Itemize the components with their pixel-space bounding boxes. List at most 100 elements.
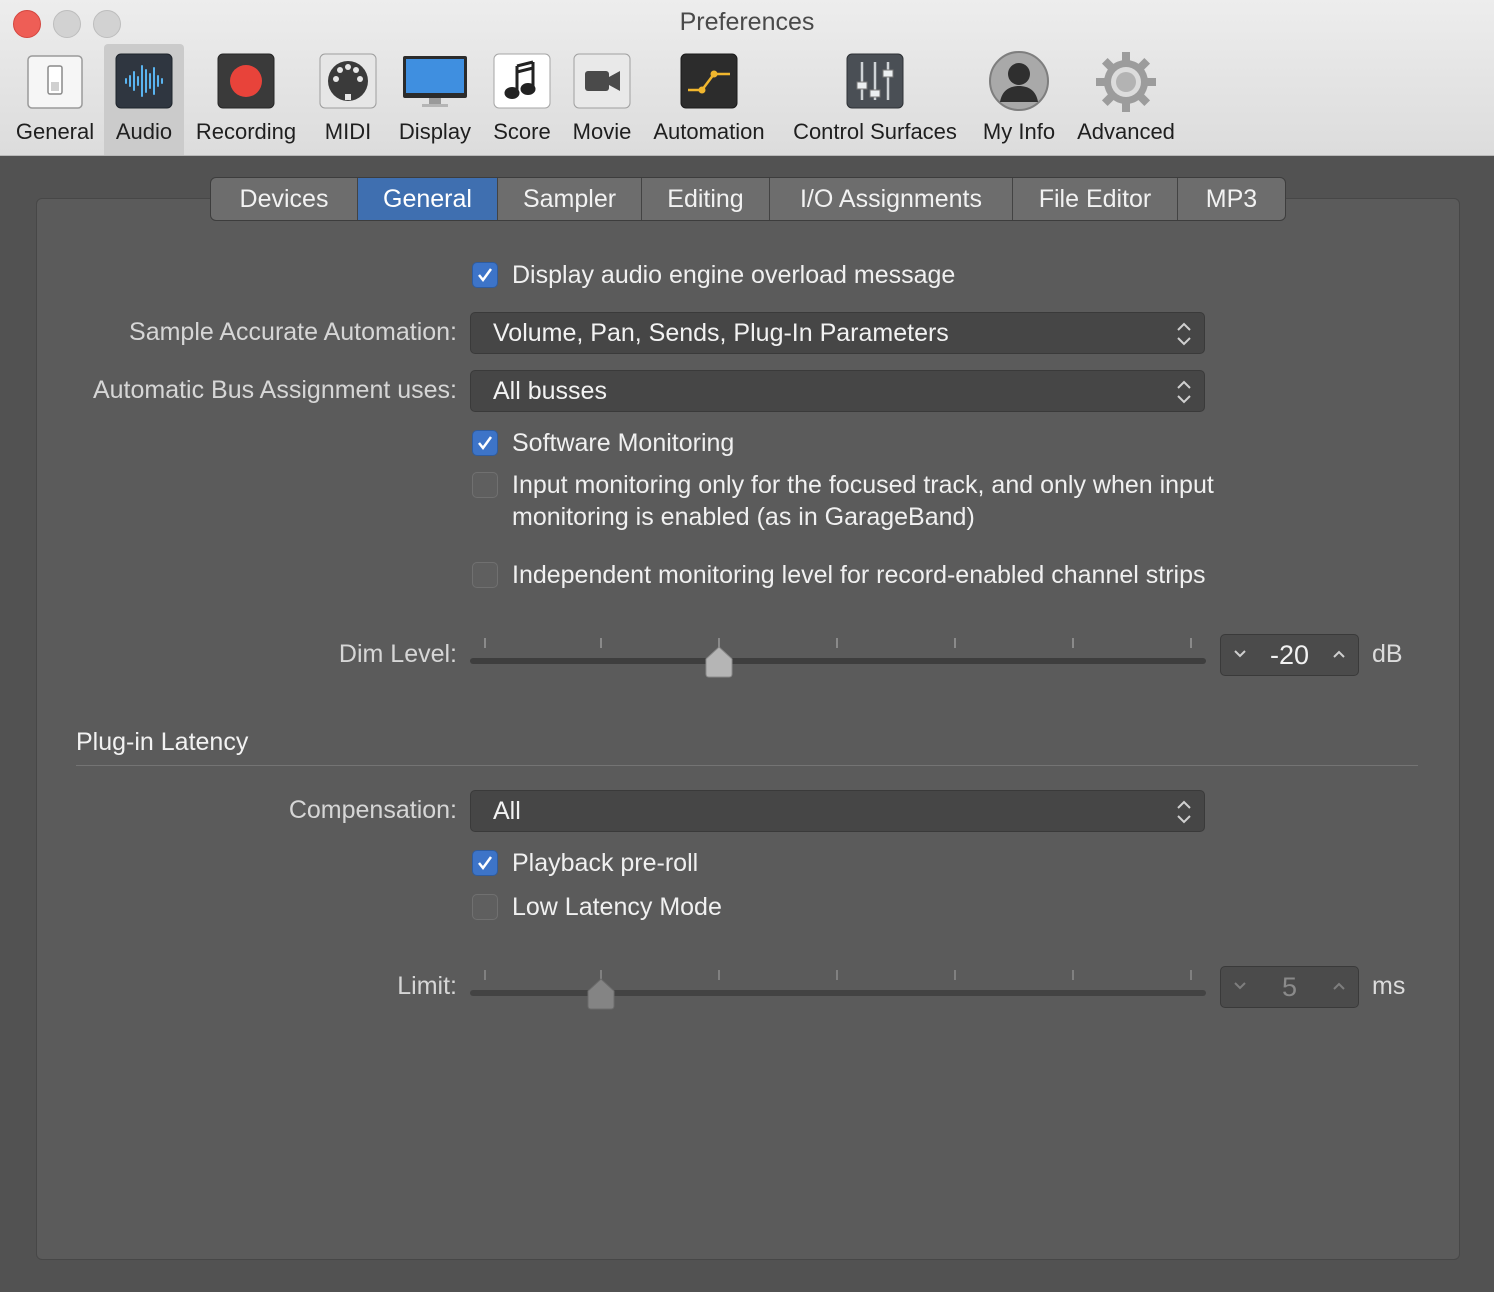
toolbar-item-label: Score <box>493 119 551 144</box>
slider-tick <box>718 970 720 980</box>
toolbar-item-advanced[interactable]: Advanced <box>1070 44 1182 155</box>
toolbar: Preferences General Audio Recording MIDI… <box>0 0 1494 156</box>
popup-value: All <box>493 797 521 825</box>
limit-label: Limit: <box>397 972 457 1000</box>
tab-sampler[interactable]: Sampler <box>498 178 642 220</box>
toolbar-item-display[interactable]: Display <box>392 44 478 155</box>
dim-level-value: -20 <box>1269 640 1310 670</box>
toolbar-item-label: MIDI <box>324 119 372 144</box>
toolbar-item-my-info[interactable]: My Info <box>976 44 1062 155</box>
waveform-icon <box>115 52 173 110</box>
audio-preferences-panel <box>36 198 1460 1260</box>
faders-icon <box>846 52 904 110</box>
overload-message-checkbox[interactable] <box>472 262 498 288</box>
overload-message-label: Display audio engine overload message <box>512 261 956 289</box>
dim-level-label: Dim Level: <box>338 640 457 668</box>
input-monitoring-label-line2: monitoring is enabled (as in GarageBand) <box>512 503 975 531</box>
video-camera-icon <box>573 52 631 110</box>
slider-tick <box>1072 970 1074 980</box>
up-down-arrows-icon <box>1177 380 1191 404</box>
checkmark-icon <box>478 436 493 451</box>
tab-editing[interactable]: Editing <box>642 178 770 220</box>
toolbar-item-label: Audio <box>115 119 173 144</box>
toolbar-item-audio[interactable]: Audio <box>104 44 184 155</box>
tab-mp3[interactable]: MP3 <box>1178 178 1285 220</box>
playback-preroll-checkbox[interactable] <box>472 850 498 876</box>
toolbar-item-label: Control Surfaces <box>793 119 957 144</box>
toolbar-item-recording[interactable]: Recording <box>188 44 304 155</box>
tab-general[interactable]: General <box>358 178 498 220</box>
checkmark-icon <box>478 268 493 283</box>
automation-curve-icon <box>680 52 738 110</box>
slider-tick <box>600 638 602 648</box>
toolbar-item-label: Advanced <box>1077 119 1175 144</box>
gear-icon <box>1094 50 1158 114</box>
toolbar-item-general[interactable]: General <box>6 44 104 155</box>
toolbar-item-label: Movie <box>572 119 632 144</box>
limit-value: 5 <box>1281 972 1298 1002</box>
slider-track <box>470 990 1206 996</box>
sample-accurate-automation-popup[interactable]: Volume, Pan, Sends, Plug-In Parameters <box>470 312 1205 354</box>
low-latency-mode-checkbox[interactable] <box>472 894 498 920</box>
slider-thumb[interactable] <box>705 646 733 678</box>
toolbar-item-control-surfaces[interactable]: Control Surfaces <box>784 44 966 155</box>
limit-unit: ms <box>1372 972 1406 1000</box>
user-silhouette-icon <box>988 50 1050 112</box>
slider-tick <box>1072 638 1074 648</box>
slider-tick <box>1190 638 1192 648</box>
checkmark-icon <box>478 856 493 871</box>
switch-icon <box>26 52 84 110</box>
audio-tab-bar: Devices General Sampler Editing I/O Assi… <box>210 177 1286 221</box>
preferences-window: Preferences General Audio Recording MIDI… <box>0 0 1494 1292</box>
monitor-icon <box>402 52 468 110</box>
slider-thumb[interactable] <box>587 978 615 1010</box>
low-latency-mode-label: Low Latency Mode <box>512 893 722 921</box>
tab-file-editor[interactable]: File Editor <box>1013 178 1178 220</box>
tab-devices[interactable]: Devices <box>211 178 358 220</box>
toolbar-item-midi[interactable]: MIDI <box>314 44 382 155</box>
bus-assignment-label: Automatic Bus Assignment uses: <box>92 376 457 404</box>
toolbar-item-label: Automation <box>653 119 765 144</box>
playback-preroll-label: Playback pre-roll <box>512 849 699 877</box>
software-monitoring-label: Software Monitoring <box>512 429 735 457</box>
section-divider <box>76 765 1418 766</box>
up-down-arrows-icon <box>1177 322 1191 346</box>
limit-slider[interactable] <box>470 970 1206 1010</box>
dim-level-unit: dB <box>1372 640 1403 668</box>
up-down-arrows-icon <box>1177 800 1191 824</box>
toolbar-item-movie[interactable]: Movie <box>566 44 638 155</box>
dim-level-stepper[interactable]: -20 <box>1220 634 1359 676</box>
plugin-latency-heading: Plug-in Latency <box>76 728 249 756</box>
bus-assignment-popup[interactable]: All busses <box>470 370 1205 412</box>
slider-tick <box>1190 970 1192 980</box>
chevron-down-icon[interactable] <box>1233 981 1247 991</box>
compensation-popup[interactable]: All <box>470 790 1205 832</box>
midi-connector-icon <box>319 52 377 110</box>
slider-tick <box>954 970 956 980</box>
slider-tick <box>836 970 838 980</box>
dim-level-slider[interactable] <box>470 638 1206 678</box>
chevron-down-icon[interactable] <box>1233 649 1247 659</box>
toolbar-item-score[interactable]: Score <box>486 44 558 155</box>
chevron-up-icon[interactable] <box>1332 649 1346 659</box>
input-monitoring-label-line1: Input monitoring only for the focused tr… <box>512 471 1214 499</box>
software-monitoring-checkbox[interactable] <box>472 430 498 456</box>
toolbar-item-label: General <box>15 119 95 144</box>
limit-stepper[interactable]: 5 <box>1220 966 1359 1008</box>
independent-monitoring-label: Independent monitoring level for record-… <box>512 561 1206 589</box>
compensation-label: Compensation: <box>288 796 457 824</box>
record-icon <box>217 52 275 110</box>
input-monitoring-checkbox[interactable] <box>472 472 498 498</box>
slider-tick <box>954 638 956 648</box>
tab-io-assignments[interactable]: I/O Assignments <box>770 178 1013 220</box>
independent-monitoring-checkbox[interactable] <box>472 562 498 588</box>
window-title: Preferences <box>679 8 815 36</box>
slider-tick <box>836 638 838 648</box>
slider-tick <box>484 970 486 980</box>
chevron-up-icon[interactable] <box>1332 981 1346 991</box>
slider-tick <box>484 638 486 648</box>
toolbar-item-automation[interactable]: Automation <box>646 44 772 155</box>
toolbar-item-label: My Info <box>982 119 1056 144</box>
music-note-icon <box>493 52 551 110</box>
popup-value: All busses <box>493 377 607 405</box>
